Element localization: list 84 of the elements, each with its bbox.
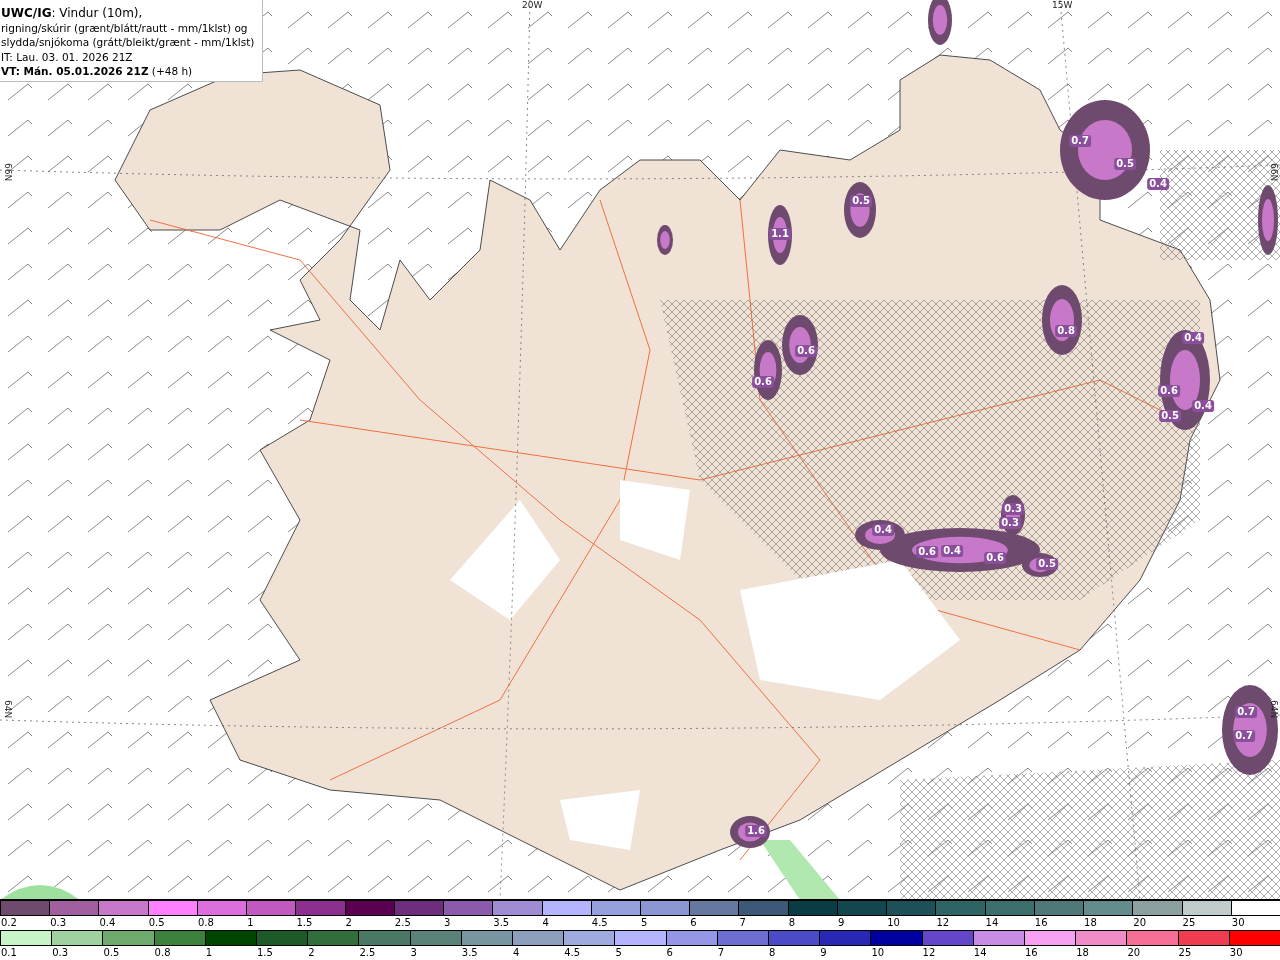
contour-label: 0.7 bbox=[1235, 706, 1257, 718]
scale-label: 1 bbox=[246, 916, 255, 929]
scale-label: 6 bbox=[665, 946, 674, 959]
scale-label: 7 bbox=[716, 946, 726, 959]
scale-label: 3.5 bbox=[492, 916, 511, 929]
scale-label: 0.3 bbox=[51, 946, 70, 959]
longitude-label: 15W bbox=[1052, 0, 1073, 10]
contour-label: 0.5 bbox=[1036, 558, 1058, 570]
scale-label: 4 bbox=[541, 916, 550, 929]
scale-label: 2 bbox=[344, 916, 353, 929]
contour-label: 1.6 bbox=[745, 825, 767, 837]
scale-label: 9 bbox=[836, 916, 846, 929]
chart-title: UWC/IG: Vindur (10m), bbox=[1, 6, 144, 21]
scale-label: 5 bbox=[640, 916, 649, 929]
scale-label: 30 bbox=[1230, 916, 1246, 929]
scale-label: 10 bbox=[886, 916, 901, 929]
scale-label: 0.8 bbox=[153, 946, 172, 959]
scale-label: 20 bbox=[1126, 946, 1142, 959]
scale-label: 18 bbox=[1075, 946, 1090, 959]
scale-label: 4 bbox=[512, 946, 521, 959]
scale-label: 4.5 bbox=[563, 946, 582, 959]
scale-label: 20 bbox=[1132, 916, 1148, 929]
contour-label: 0.8 bbox=[1055, 325, 1077, 337]
scale-label: 16 bbox=[1033, 916, 1049, 929]
scale-label: 10 bbox=[870, 946, 886, 959]
contour-label: 1.1 bbox=[769, 228, 791, 240]
scale-label: 4.5 bbox=[590, 916, 609, 929]
info-text: VT: Mán. 05.01.2026 21Z (+48 h) bbox=[1, 64, 194, 79]
scale-label: 14 bbox=[984, 916, 1000, 929]
longitude-label: 20W bbox=[522, 0, 543, 10]
scale-label: 12 bbox=[935, 916, 951, 929]
scale-label: 25 bbox=[1181, 916, 1197, 929]
contour-label: 0.4 bbox=[1147, 178, 1169, 190]
scale-label: 6 bbox=[689, 916, 698, 929]
contour-label: 0.4 bbox=[872, 524, 894, 536]
scale-label: 2 bbox=[307, 946, 316, 959]
latitude-label: 66N bbox=[1269, 163, 1279, 182]
contour-label: 0.4 bbox=[941, 545, 963, 557]
scale-label: 3.5 bbox=[460, 946, 479, 959]
contour-label: 0.6 bbox=[795, 345, 817, 357]
scale-label: 9 bbox=[819, 946, 828, 959]
scale-label: 0.2 bbox=[0, 916, 18, 929]
contour-label: 0.6 bbox=[1158, 385, 1180, 397]
contour-label: 0.7 bbox=[1233, 730, 1255, 742]
scale-label: 0.8 bbox=[196, 916, 215, 929]
scale-label: 8 bbox=[768, 946, 777, 959]
info-text: slydda/snjókoma (grátt/bleikt/grænt - mm/1klst) bbox=[1, 35, 255, 50]
scale-label: 2.5 bbox=[393, 916, 412, 929]
latitude-label: 66N bbox=[3, 163, 13, 182]
info-text: IT: Lau. 03. 01. 2026 21Z bbox=[1, 49, 134, 64]
scale-label: 0.5 bbox=[147, 916, 166, 929]
contour-label: 0.6 bbox=[916, 546, 938, 558]
scale-label: 3 bbox=[443, 916, 452, 929]
scale-label: 12 bbox=[921, 946, 937, 959]
scale-label: 14 bbox=[972, 946, 988, 959]
contour-label: 0.4 bbox=[1192, 400, 1214, 412]
contour-label: 0.3 bbox=[1002, 503, 1024, 515]
scale-label: 0.1 bbox=[0, 946, 18, 959]
latitude-label: 64N bbox=[1269, 700, 1279, 719]
scale-label: 18 bbox=[1083, 916, 1098, 929]
scale-label: 7 bbox=[738, 916, 747, 929]
contour-label: 0.5 bbox=[850, 195, 872, 207]
contour-label: 0.3 bbox=[999, 517, 1021, 529]
scale-label: 8 bbox=[787, 916, 797, 929]
scale-label: 1.5 bbox=[295, 916, 314, 929]
scale-label: 0.4 bbox=[98, 916, 117, 929]
scale-label: 5 bbox=[614, 946, 623, 959]
contour-label: 0.7 bbox=[1069, 135, 1091, 147]
contour-label: 0.6 bbox=[984, 552, 1006, 564]
scale-label: 16 bbox=[1024, 946, 1039, 959]
contour-label: 0.6 bbox=[752, 376, 774, 388]
info-text: rigning/skúrir (grænt/blátt/rautt - mm/1klst) og bbox=[1, 20, 249, 35]
scale-label: 0.5 bbox=[102, 946, 121, 959]
contour-label: 0.5 bbox=[1159, 410, 1181, 422]
contour-label: 0.5 bbox=[1114, 158, 1136, 170]
contour-label: 0.4 bbox=[1182, 332, 1204, 344]
scale-label: 25 bbox=[1177, 946, 1193, 959]
scale-label: 2.5 bbox=[358, 946, 377, 959]
scale-label: 1.5 bbox=[256, 946, 274, 959]
scale-label: 0.3 bbox=[49, 916, 68, 929]
scale-label: 3 bbox=[409, 946, 418, 959]
latitude-label: 64N bbox=[3, 700, 13, 719]
scale-label: 1 bbox=[204, 946, 214, 959]
scale-label: 30 bbox=[1228, 946, 1244, 959]
